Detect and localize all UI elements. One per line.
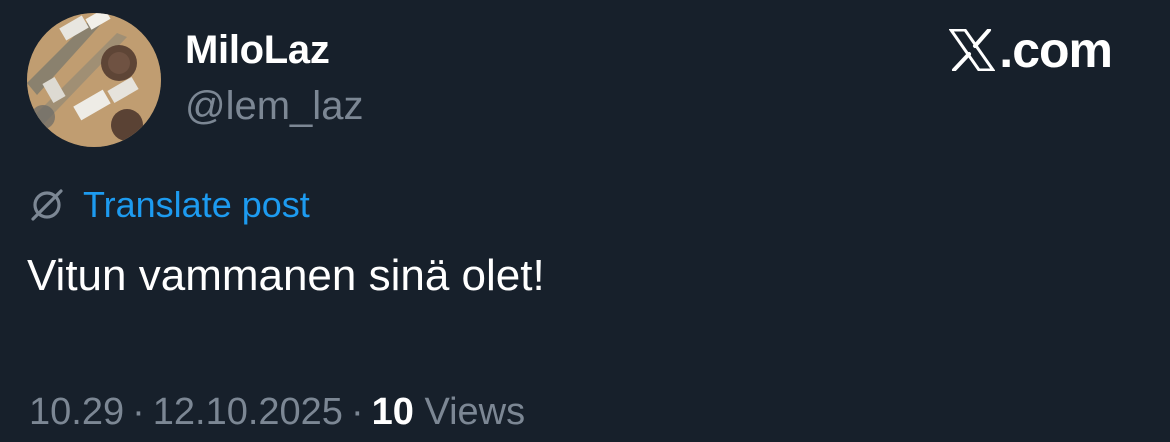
brand-text: .com — [999, 22, 1113, 78]
post-text: Vitun vammanen sinä olet! — [27, 251, 545, 300]
views-label[interactable]: Views — [424, 391, 525, 433]
post-meta: 10.29 · 12.10.2025 · 10 Views — [29, 388, 525, 436]
display-name[interactable]: MiloLaz — [185, 26, 330, 74]
meta-separator: · — [350, 391, 364, 433]
post-date[interactable]: 12.10.2025 — [153, 391, 343, 433]
views-count[interactable]: 10 — [372, 391, 414, 433]
avatar-image — [27, 13, 161, 147]
x-logo-icon — [949, 29, 996, 71]
meta-separator: · — [132, 391, 145, 433]
globe-slash-icon — [31, 189, 63, 221]
brand-watermark: .com — [949, 22, 1113, 78]
translate-post-link[interactable]: Translate post — [29, 182, 310, 228]
post-card: MiloLaz @lem_laz .com Translate post Vit… — [0, 0, 1170, 442]
user-handle[interactable]: @lem_laz — [185, 82, 363, 130]
post-time[interactable]: 10.29 — [29, 391, 124, 433]
avatar[interactable] — [27, 13, 161, 147]
translate-post-label[interactable]: Translate post — [83, 182, 310, 228]
